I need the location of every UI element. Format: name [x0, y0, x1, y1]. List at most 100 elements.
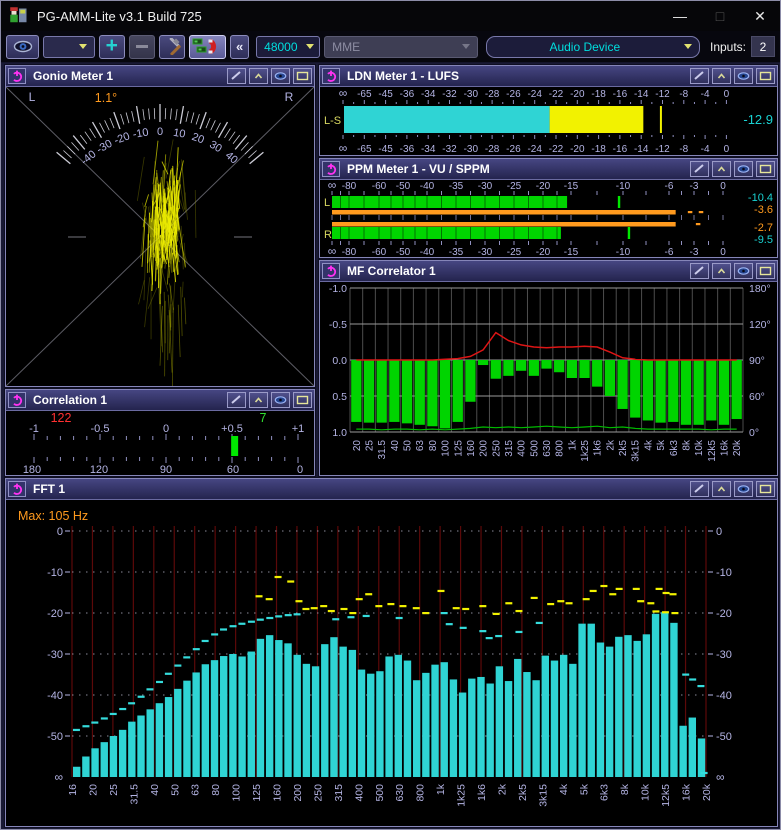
driver-dropdown[interactable]: MME: [324, 36, 477, 58]
maximize-button[interactable]: □: [700, 1, 740, 31]
svg-text:0: 0: [157, 126, 163, 138]
svg-text:-36: -36: [400, 89, 415, 100]
settings-button[interactable]: [159, 35, 185, 59]
svg-text:25: 25: [365, 440, 376, 452]
dropdown-arrow-icon: [684, 44, 692, 49]
panel-edit-button[interactable]: [690, 481, 709, 497]
collapse-toolbar-button[interactable]: «: [230, 35, 249, 59]
preset-dropdown[interactable]: [43, 36, 94, 58]
svg-text:-45: -45: [378, 144, 393, 155]
svg-text:20k: 20k: [732, 439, 743, 456]
remove-meter-button[interactable]: [129, 35, 155, 59]
panel-eye-button[interactable]: [271, 68, 290, 84]
maximize-icon: [759, 71, 772, 81]
svg-text:315: 315: [333, 784, 345, 802]
svg-text:120: 120: [90, 464, 108, 475]
gonio-display: -40-30-20-10010203040LR1.1°: [6, 87, 314, 386]
panel-eye-button[interactable]: [734, 161, 753, 177]
panel-collapse-button[interactable]: [712, 68, 731, 84]
svg-text:4k: 4k: [558, 783, 570, 795]
svg-text:7: 7: [260, 411, 267, 425]
panel-eye-button[interactable]: [271, 392, 290, 408]
panel-eye-button[interactable]: [734, 263, 753, 279]
power-button[interactable]: [322, 68, 340, 84]
panel-collapse-button[interactable]: [712, 263, 731, 279]
svg-text:80: 80: [210, 784, 222, 796]
panel-eye-button[interactable]: [734, 481, 753, 497]
panel-title: PPM Meter 1 - VU / SPPM: [347, 162, 490, 176]
mf-panel-header: MF Correlator 1: [320, 261, 777, 282]
panel-collapse-button[interactable]: [712, 481, 731, 497]
panel-eye-button[interactable]: [734, 68, 753, 84]
panel-collapse-button[interactable]: [249, 392, 268, 408]
audio-hardware-button[interactable]: [189, 35, 226, 59]
svg-text:-45: -45: [378, 89, 393, 100]
panel-edit-button[interactable]: [227, 392, 246, 408]
power-button[interactable]: [322, 161, 340, 177]
svg-text:-40: -40: [716, 690, 732, 702]
add-meter-button[interactable]: +: [99, 35, 125, 59]
panel-maximize-button[interactable]: [293, 68, 312, 84]
edit-icon: [693, 266, 706, 276]
minimize-button[interactable]: —: [660, 1, 700, 31]
panel-edit-button[interactable]: [690, 263, 709, 279]
svg-text:0: 0: [716, 526, 722, 538]
svg-text:-3: -3: [690, 247, 699, 257]
svg-text:-10: -10: [47, 567, 63, 579]
power-icon: [325, 70, 337, 82]
eye-icon: [13, 40, 33, 53]
correlation-panel-header: Correlation 1: [6, 390, 314, 411]
svg-text:-20: -20: [536, 181, 551, 192]
svg-text:∞: ∞: [339, 141, 348, 155]
tools-icon: [163, 38, 181, 55]
svg-text:100: 100: [231, 784, 243, 802]
inputs-indicator: Inputs: 2: [710, 36, 775, 57]
svg-text:8k: 8k: [681, 439, 692, 451]
audio-device-dropdown[interactable]: Audio Device: [486, 36, 700, 58]
svg-text:-30: -30: [478, 181, 493, 192]
svg-text:0: 0: [720, 247, 726, 257]
edit-icon: [693, 164, 706, 174]
svg-text:-40: -40: [47, 690, 63, 702]
svg-text:0: 0: [57, 526, 63, 538]
svg-text:-10: -10: [616, 181, 631, 192]
svg-text:∞: ∞: [54, 770, 63, 784]
power-button[interactable]: [8, 68, 26, 84]
fft-panel: FFT 1 Max: 105 Hz00-10-10-20-20-30-30-40…: [5, 478, 778, 827]
dropdown-arrow-icon: [79, 44, 87, 49]
panel-maximize-button[interactable]: [756, 68, 775, 84]
svg-text:-18: -18: [591, 144, 606, 155]
samplerate-dropdown[interactable]: 48000: [256, 36, 320, 58]
svg-text:-15: -15: [564, 247, 579, 257]
panel-collapse-button[interactable]: [712, 161, 731, 177]
maximize-icon: [759, 164, 772, 174]
close-button[interactable]: ✕: [740, 1, 780, 31]
svg-text:50: 50: [403, 440, 414, 452]
panel-maximize-button[interactable]: [756, 481, 775, 497]
panel-collapse-button[interactable]: [249, 68, 268, 84]
svg-text:630: 630: [394, 784, 406, 802]
svg-text:-30: -30: [464, 89, 479, 100]
svg-text:63: 63: [415, 440, 426, 452]
meter-graphics: ∞∞-65-65-45-45-36-36-34-34-32-32-30-30-2…: [320, 87, 777, 155]
view-button[interactable]: [6, 35, 39, 59]
svg-text:25: 25: [108, 784, 120, 796]
power-button[interactable]: [8, 392, 26, 408]
panel-edit-button[interactable]: [690, 161, 709, 177]
svg-text:1k: 1k: [435, 783, 447, 795]
mf-correlator-panel: MF Correlator 1 -1.0-0.50.00.51.0180°120…: [319, 260, 778, 476]
power-button[interactable]: [8, 481, 26, 497]
panel-maximize-button[interactable]: [756, 161, 775, 177]
power-button[interactable]: [322, 263, 340, 279]
panel-maximize-button[interactable]: [756, 263, 775, 279]
panel-edit-button[interactable]: [690, 68, 709, 84]
meter-graphics: 1227-1-0.50+0.5+118012090600: [6, 411, 314, 475]
svg-text:0: 0: [720, 181, 726, 192]
panel-edit-button[interactable]: [227, 68, 246, 84]
maximize-icon: [759, 484, 772, 494]
svg-text:-35: -35: [449, 247, 464, 257]
svg-text:-4: -4: [701, 144, 710, 155]
svg-text:-16: -16: [613, 144, 628, 155]
svg-text:125: 125: [251, 784, 263, 802]
panel-maximize-button[interactable]: [293, 392, 312, 408]
